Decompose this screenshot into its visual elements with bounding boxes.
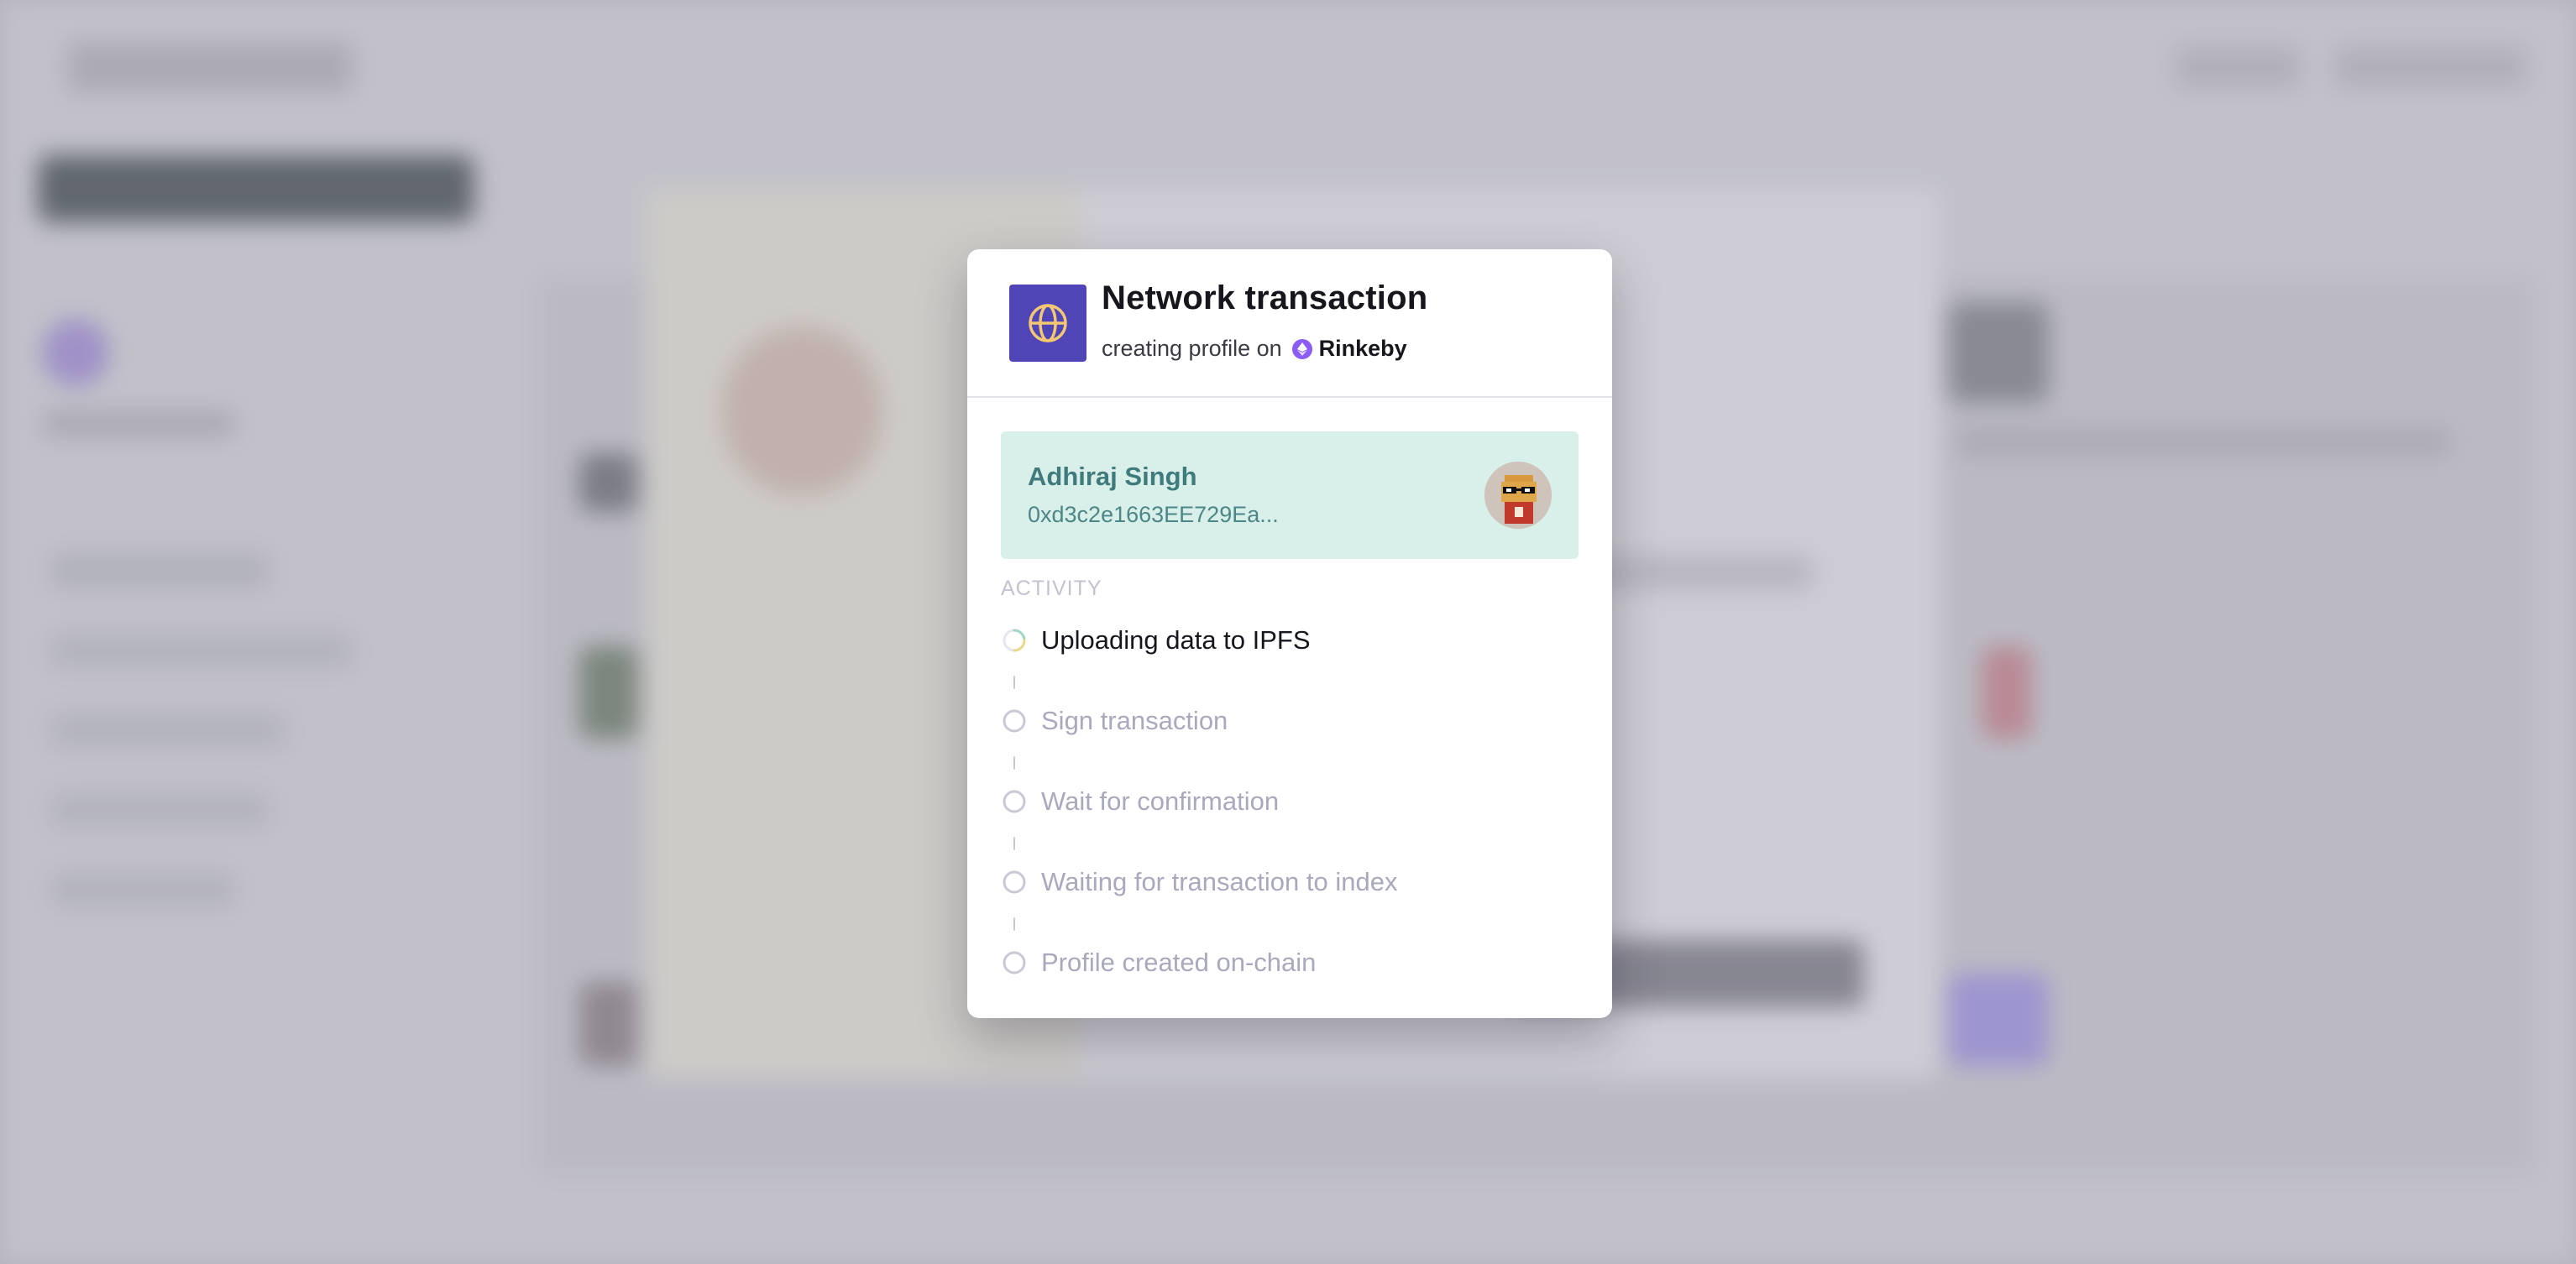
step-label: Wait for confirmation — [1041, 786, 1280, 816]
modal-subtitle: creating profile on Rinkeby — [1102, 336, 1407, 362]
network-name: Rinkeby — [1318, 336, 1407, 361]
activity-step: Sign transaction — [1001, 706, 1228, 736]
activity-step: Profile created on-chain — [1001, 948, 1316, 978]
pending-circle-icon — [1001, 788, 1028, 815]
account-address: 0xd3c2e1663EE729Ea... — [1028, 502, 1279, 527]
step-connector — [1013, 917, 1015, 931]
step-label: Uploading data to IPFS — [1041, 625, 1311, 655]
step-label: Profile created on-chain — [1041, 948, 1317, 977]
account-card: Adhiraj Singh 0xd3c2e1663EE729Ea... — [1001, 431, 1579, 559]
activity-label: ACTIVITY — [1001, 577, 1102, 600]
subtitle-prefix: creating profile on — [1102, 336, 1282, 361]
step-connector — [1013, 676, 1015, 689]
spinner-icon — [1001, 627, 1028, 654]
pending-circle-icon — [1001, 949, 1028, 976]
avatar — [1484, 462, 1552, 529]
pending-circle-icon — [1001, 869, 1028, 896]
activity-step: Waiting for transaction to index — [1001, 867, 1397, 897]
modal-title: Network transaction — [1102, 279, 1428, 316]
network-transaction-modal: Network transaction creating profile on … — [967, 249, 1612, 1018]
step-label: Sign transaction — [1041, 706, 1228, 735]
step-connector — [1013, 837, 1015, 850]
modal-header: Network transaction creating profile on … — [967, 249, 1612, 398]
step-label: Waiting for transaction to index — [1041, 867, 1398, 896]
globe-icon — [1009, 285, 1086, 362]
activity-step: Wait for confirmation — [1001, 786, 1279, 817]
step-connector — [1013, 756, 1015, 770]
ethereum-icon — [1291, 338, 1312, 359]
account-name: Adhiraj Singh — [1028, 462, 1197, 491]
activity-step: Uploading data to IPFS — [1001, 625, 1311, 656]
pending-circle-icon — [1001, 708, 1028, 734]
